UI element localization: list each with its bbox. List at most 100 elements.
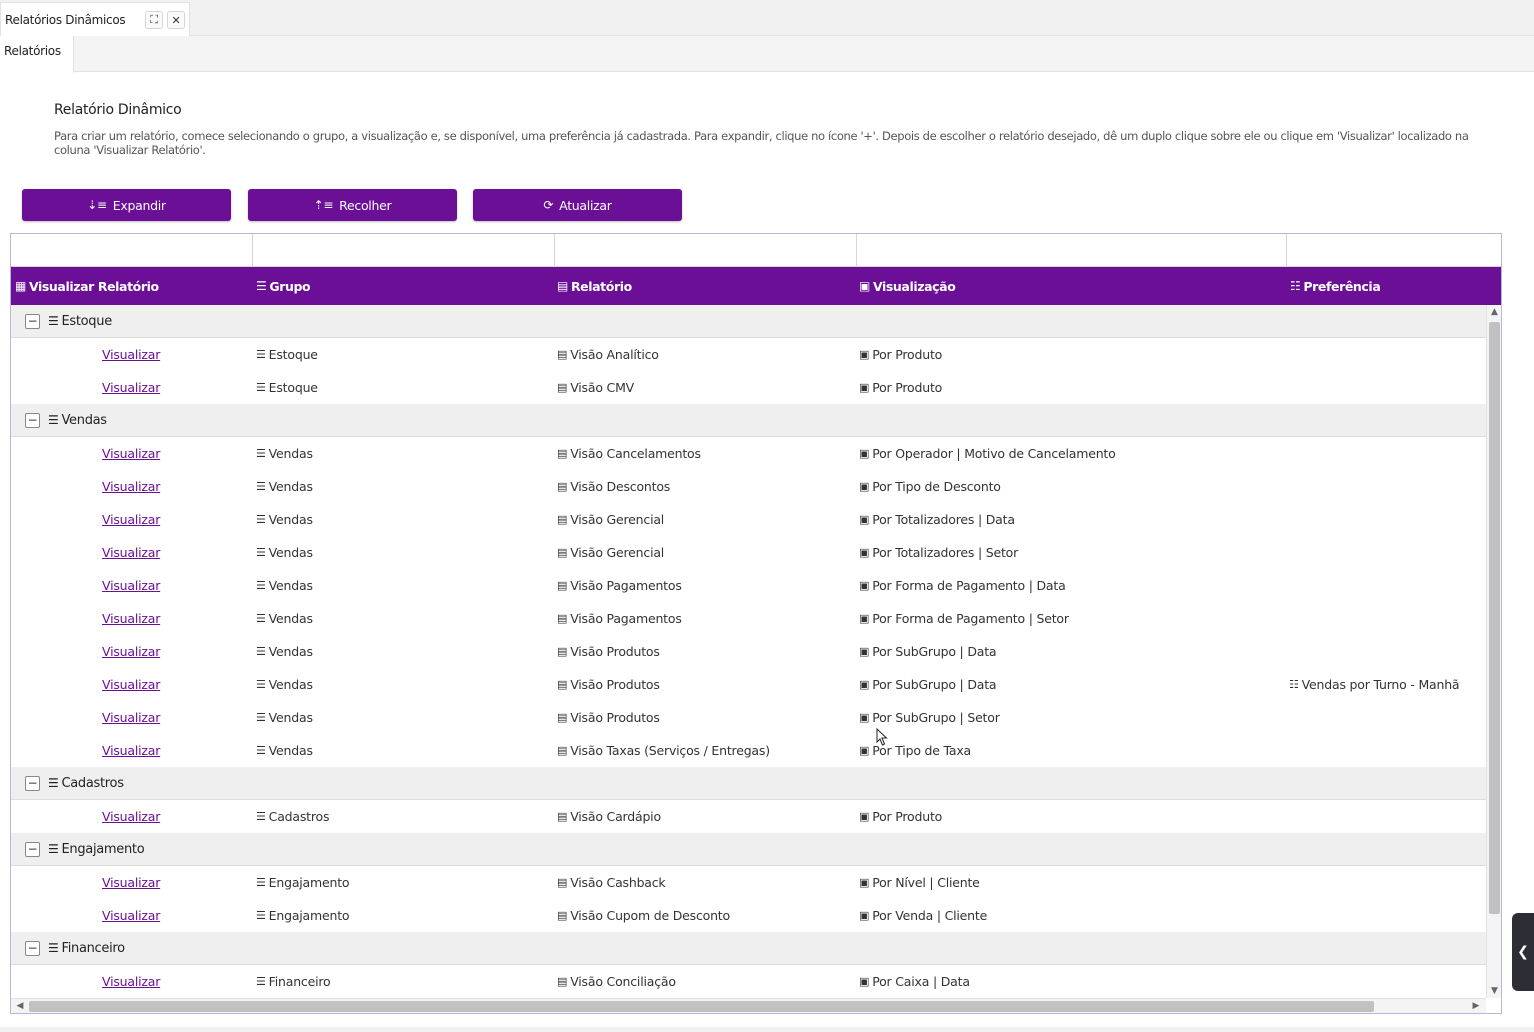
view-link-cell: Visualizar: [102, 569, 160, 602]
collapse-toggle-icon[interactable]: −: [25, 313, 40, 329]
table-row[interactable]: Visualizar ☰ Vendas ▤ Visão Produtos ▣ Por Sub…: [11, 635, 1486, 668]
table-row[interactable]: Visualizar ☰ Estoque ▤ Visão Analítico ▣ Por P…: [11, 338, 1486, 371]
table-row[interactable]: Visualizar ☰ Vendas ▤ Visão Produtos ▣ Por Sub…: [11, 668, 1486, 701]
view-report-link[interactable]: Visualizar: [102, 875, 160, 890]
column-header-view-report[interactable]: ▦ Visualizar Relatório: [15, 267, 159, 305]
scroll-right-icon[interactable]: ▶: [1469, 999, 1483, 1013]
view-report-link[interactable]: Visualizar: [102, 446, 160, 461]
group-row[interactable]: − ☰ Financeiro: [11, 932, 1486, 965]
table-row[interactable]: Visualizar ☰ Vendas ▤ Visão Pagamentos ▣ Por F…: [11, 569, 1486, 602]
table-row[interactable]: Visualizar ☰ Vendas ▤ Visão Pagamentos ▣ Por F…: [11, 602, 1486, 635]
report-cell: ▤ Visão Analítico: [557, 338, 659, 371]
table-row[interactable]: Visualizar ☰ Vendas ▤ Visão Cancelamentos ▣ Po…: [11, 437, 1486, 470]
view-report-link[interactable]: Visualizar: [102, 908, 160, 923]
column-header-group[interactable]: ☰ Grupo: [256, 267, 311, 305]
scroll-left-icon[interactable]: ◀: [13, 999, 27, 1013]
chart-icon: ▦: [15, 279, 26, 293]
view-report-link[interactable]: Visualizar: [102, 974, 160, 989]
view-report-link[interactable]: Visualizar: [102, 545, 160, 560]
group-cell: ☰ Estoque: [256, 371, 318, 404]
view-report-link[interactable]: Visualizar: [102, 677, 160, 692]
side-panel-toggle[interactable]: ❮: [1512, 913, 1534, 991]
expand-button-label: Expandir: [112, 197, 166, 213]
view-report-link[interactable]: Visualizar: [102, 380, 160, 395]
document-tab-title: Relatórios Dinâmicos: [5, 13, 126, 27]
horizontal-scroll-thumb[interactable]: [29, 1001, 1374, 1012]
table-row[interactable]: Visualizar ☰ Vendas ▤ Visão Descontos ▣ Por Ti…: [11, 470, 1486, 503]
column-header-report[interactable]: ▤ Relatório: [557, 267, 632, 305]
table-row[interactable]: Visualizar ☰ Estoque ▤ Visão CMV ▣ Por Produto: [11, 371, 1486, 404]
table-row[interactable]: Visualizar ☰ Vendas ▤ Visão Gerencial ▣ Por To…: [11, 536, 1486, 569]
filter-view-report[interactable]: [11, 234, 253, 267]
refresh-button[interactable]: ⟳ Atualizar: [473, 189, 682, 221]
view-report-link[interactable]: Visualizar: [102, 710, 160, 725]
vertical-scroll-thumb[interactable]: [1489, 322, 1500, 914]
view-report-link[interactable]: Visualizar: [102, 644, 160, 659]
document-icon: ▤: [557, 513, 568, 526]
maximize-icon[interactable]: ⛶: [145, 11, 163, 29]
visualization-cell: ▣ Por Forma de Pagamento | Setor: [859, 602, 1069, 635]
close-icon[interactable]: ✕: [167, 11, 185, 29]
horizontal-scrollbar[interactable]: ◀ ▶: [11, 998, 1486, 1013]
visualization-cell: ▣ Por Forma de Pagamento | Data: [859, 569, 1066, 602]
filter-preference[interactable]: [1287, 234, 1501, 267]
list-icon: ☰: [256, 480, 266, 493]
view-report-link[interactable]: Visualizar: [102, 479, 160, 494]
tab-relatorios[interactable]: Relatórios: [0, 36, 74, 73]
table-row[interactable]: Visualizar ☰ Vendas ▤ Visão Gerencial ▣ Por To…: [11, 503, 1486, 536]
window-icon: ▣: [859, 810, 870, 823]
view-report-link[interactable]: Visualizar: [102, 578, 160, 593]
visualization-cell: ▣ Por Nível | Cliente: [859, 866, 980, 899]
table-row[interactable]: Visualizar ☰ Engajamento ▤ Visão Cashback ▣ Po…: [11, 866, 1486, 899]
collapse-button[interactable]: ⇡≡ Recolher: [248, 189, 457, 221]
report-cell: ▤ Visão Descontos: [557, 470, 670, 503]
column-header-preference[interactable]: ☷ Preferência: [1290, 267, 1381, 305]
table-row[interactable]: Visualizar ☰ Vendas ▤ Visão Taxas (Serviços …: [11, 734, 1486, 767]
visualization-cell-text: Por Operador | Motivo de Cancelamento: [872, 446, 1116, 461]
view-link-cell: Visualizar: [102, 800, 160, 833]
visualization-cell-text: Por SubGrupo | Setor: [872, 710, 1000, 725]
document-icon: ▤: [557, 579, 568, 592]
view-link-cell: Visualizar: [102, 701, 160, 734]
view-report-link[interactable]: Visualizar: [102, 347, 160, 362]
list-icon: ☰: [256, 909, 266, 922]
collapse-toggle-icon[interactable]: −: [25, 940, 40, 956]
collapse-toggle-icon[interactable]: −: [25, 412, 40, 428]
table-row[interactable]: Visualizar ☰ Vendas ▤ Visão Produtos ▣ Por Sub…: [11, 701, 1486, 734]
collapse-toggle-icon[interactable]: −: [25, 841, 40, 857]
window-icon: ▣: [859, 546, 870, 559]
document-icon: ▤: [557, 381, 568, 394]
view-report-link[interactable]: Visualizar: [102, 512, 160, 527]
view-report-link[interactable]: Visualizar: [102, 809, 160, 824]
document-icon: ▤: [557, 711, 568, 724]
filter-group[interactable]: [253, 234, 555, 267]
group-row-label: Financeiro: [61, 940, 125, 956]
column-header-visualization[interactable]: ▣ Visualização: [859, 267, 956, 305]
document-icon: ▤: [557, 975, 568, 988]
table-row[interactable]: Visualizar ☰ Cadastros ▤ Visão Cardápio ▣ Por …: [11, 800, 1486, 833]
table-row[interactable]: Visualizar ☰ Engajamento ▤ Visão Cupom de De…: [11, 899, 1486, 932]
scroll-down-icon[interactable]: ▼: [1487, 984, 1501, 998]
window-icon: ▣: [859, 447, 870, 460]
collapse-toggle-icon[interactable]: −: [25, 775, 40, 791]
group-row[interactable]: − ☰ Estoque: [11, 305, 1486, 338]
table-row[interactable]: Visualizar ☰ Financeiro ▤ Visão Conciliação ▣…: [11, 965, 1486, 998]
view-report-link[interactable]: Visualizar: [102, 611, 160, 626]
vertical-scrollbar[interactable]: ▲ ▼: [1486, 305, 1501, 998]
list-icon: ☰: [48, 314, 59, 328]
column-header-label: Grupo: [269, 278, 311, 294]
group-row[interactable]: − ☰ Engajamento: [11, 833, 1486, 866]
group-cell: ☰ Vendas: [256, 734, 313, 767]
document-tab[interactable]: Relatórios Dinâmicos ⛶ ✕: [0, 2, 190, 37]
report-cell: ▤ Visão Conciliação: [557, 965, 676, 998]
filter-visualization[interactable]: [857, 234, 1287, 267]
report-cell-text: Visão Cardápio: [570, 809, 661, 824]
expand-button[interactable]: ⇣≡ Expandir: [22, 189, 231, 221]
filter-report[interactable]: [555, 234, 857, 267]
group-row-label: Engajamento: [61, 841, 145, 857]
group-row[interactable]: − ☰ Vendas: [11, 404, 1486, 437]
group-row[interactable]: − ☰ Cadastros: [11, 767, 1486, 800]
scroll-up-icon[interactable]: ▲: [1487, 305, 1501, 319]
group-cell: ☰ Engajamento: [256, 899, 350, 932]
view-report-link[interactable]: Visualizar: [102, 743, 160, 758]
